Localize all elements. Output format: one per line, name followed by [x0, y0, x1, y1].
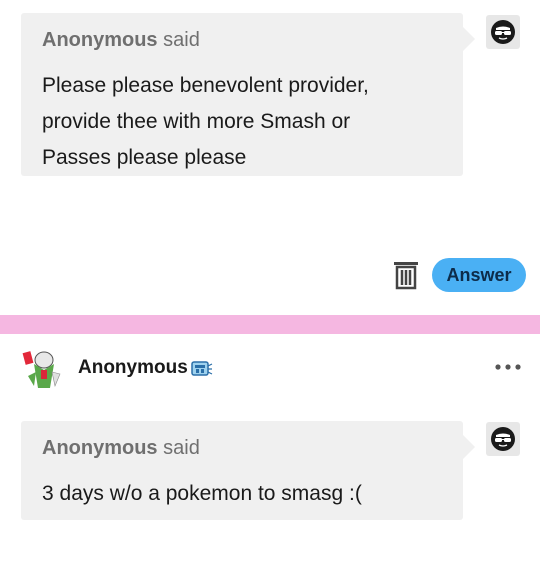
more-options-icon[interactable]	[493, 358, 523, 376]
asker-name[interactable]: Anonymous	[42, 437, 158, 459]
post-divider	[0, 315, 540, 334]
ask-header: Anonymous said	[42, 29, 200, 52]
ask-bubble: Anonymous said 3 days w/o a pokemon to s…	[21, 421, 475, 520]
badge-icon[interactable]	[189, 357, 213, 381]
answer-button[interactable]: Answer	[432, 258, 526, 292]
anonymous-avatar-icon	[486, 15, 520, 49]
delete-icon[interactable]	[390, 258, 422, 292]
question-line: Passes please please	[42, 146, 247, 169]
ask-header: Anonymous said	[42, 437, 200, 460]
anonymous-avatar-icon	[486, 422, 520, 456]
said-label: said	[163, 29, 200, 51]
ask-question: Please please benevolent provider, provi…	[42, 68, 369, 176]
said-label: said	[163, 437, 200, 459]
user-avatar[interactable]	[20, 346, 68, 392]
asker-name[interactable]: Anonymous	[42, 29, 158, 51]
ask-bubble: Anonymous said Please please benevolent …	[21, 13, 475, 176]
question-line: 3 days w/o a pokemon to smasg :(	[42, 482, 362, 505]
ask-question: 3 days w/o a pokemon to smasg :(	[42, 476, 362, 512]
question-line: Please please benevolent provider,	[42, 74, 369, 97]
question-line: provide thee with more Smash or	[42, 110, 351, 133]
post-username[interactable]: Anonymous	[78, 357, 188, 379]
